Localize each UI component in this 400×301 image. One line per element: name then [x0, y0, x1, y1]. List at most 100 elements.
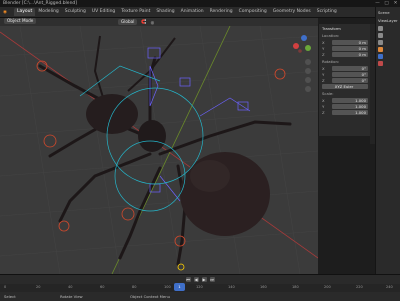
ant-thorax — [138, 120, 166, 152]
tab-sculpting[interactable]: Sculpting — [62, 8, 89, 16]
rotation-y-label: Y — [322, 72, 325, 77]
workspace-tabs: Layout Modeling Sculpting UV Editing Tex… — [14, 7, 340, 17]
tab-animation[interactable]: Animation — [178, 8, 207, 16]
rotation-x-row: X 0° — [322, 66, 368, 71]
ruler-tick: 80 — [132, 285, 137, 289]
window-title: Blender [C:\...\Ant_Rigged.blend] — [3, 1, 78, 6]
transform-options: Global 🧲 ◎ — [118, 19, 154, 25]
scale-z-label: Z — [322, 110, 325, 115]
location-y-label: Y — [322, 46, 325, 51]
mode-selector[interactable]: Object Mode — [4, 18, 37, 24]
play-button[interactable]: ▶ — [201, 276, 207, 282]
scale-label: Scale: — [322, 91, 334, 96]
object-properties-icon[interactable] — [378, 47, 383, 52]
location-z-field[interactable]: 0 m — [332, 52, 368, 57]
rotation-mode-select[interactable]: XYZ Euler — [322, 84, 368, 89]
minimize-button[interactable]: — — [373, 0, 382, 7]
timeline: ⏮ ◀ ▶ ⏭ 0 20 40 60 80 100 120 140 160 18… — [0, 274, 400, 301]
scale-x-label: X — [322, 98, 325, 103]
rotation-z-field[interactable]: 0° — [332, 78, 368, 83]
ruler-tick: 60 — [100, 285, 105, 289]
tab-shading[interactable]: Shading — [153, 8, 177, 16]
scale-y-label: Y — [322, 104, 325, 109]
ruler-tick: 40 — [68, 285, 73, 289]
top-bar: ◉ Layout Modeling Sculpting UV Editing T… — [0, 7, 400, 18]
location-label: Location: — [322, 33, 340, 38]
window-controls: — □ ✕ — [373, 0, 400, 7]
rotation-y-field[interactable]: 0° — [332, 72, 368, 77]
tab-modeling[interactable]: Modeling — [35, 8, 61, 16]
location-x-field[interactable]: 0 m — [332, 40, 368, 45]
status-select: Select — [4, 294, 16, 299]
3d-viewport[interactable] — [0, 26, 318, 274]
viewport-menu: Object Mode — [4, 18, 37, 24]
scale-z-row: Z 1.000 — [322, 110, 368, 115]
ruler-tick: 100 — [164, 285, 171, 289]
tab-geometry-nodes[interactable]: Geometry Nodes — [270, 8, 314, 16]
play-reverse-button[interactable]: ◀ — [193, 276, 199, 282]
playback-controls: ⏮ ◀ ▶ ⏭ — [0, 275, 400, 283]
rotation-mode-row: XYZ Euler — [322, 84, 368, 89]
location-y-row: Y 0 m — [322, 46, 368, 51]
main-menu: ◉ — [3, 7, 7, 17]
proportional-edit-icon[interactable]: ◎ — [151, 20, 155, 25]
tab-rendering[interactable]: Rendering — [207, 8, 236, 16]
status-bar: Select Rotate View Object Context Menu — [0, 293, 400, 300]
rotation-z-row: Z 0° — [322, 78, 368, 83]
snap-icon[interactable]: 🧲 — [141, 19, 146, 25]
blender-logo-icon[interactable]: ◉ — [3, 10, 7, 15]
status-context-menu: Object Context Menu — [130, 294, 171, 299]
output-properties-icon[interactable] — [378, 33, 383, 38]
tab-uv-editing[interactable]: UV Editing — [89, 8, 118, 16]
location-x-label: X — [322, 40, 325, 45]
viewport-header: Object Mode Global 🧲 ◎ — [0, 18, 318, 26]
scale-y-row: Y 1.000 — [322, 104, 368, 109]
modifier-properties-icon[interactable] — [378, 54, 383, 59]
ruler-tick: 20 — [36, 285, 41, 289]
scene-name[interactable]: Scene — [378, 10, 399, 15]
status-rotate-view: Rotate View — [60, 294, 83, 299]
material-properties-icon[interactable] — [378, 61, 383, 66]
ruler-tick: 220 — [356, 285, 363, 289]
ruler-tick: 160 — [260, 285, 267, 289]
properties-editor: Scene ViewLayer — [375, 7, 400, 275]
tab-layout[interactable]: Layout — [14, 8, 36, 16]
jump-start-button[interactable]: ⏮ — [185, 276, 191, 282]
rotation-x-field[interactable]: 0° — [332, 66, 368, 71]
viewport-canvas — [0, 26, 318, 274]
scale-x-field[interactable]: 1.000 — [332, 98, 368, 103]
close-button[interactable]: ✕ — [391, 0, 400, 7]
tab-compositing[interactable]: Compositing — [236, 8, 270, 16]
tab-texture-paint[interactable]: Texture Paint — [118, 8, 153, 16]
frame-ruler[interactable]: 0 20 40 60 80 100 120 140 160 180 200 22… — [0, 284, 400, 292]
navigation-gizmo[interactable] — [293, 35, 311, 53]
scale-y-field[interactable]: 1.000 — [332, 104, 368, 109]
ruler-tick: 140 — [228, 285, 235, 289]
ant-antennae — [93, 35, 176, 105]
transform-orientation[interactable]: Global — [118, 19, 138, 25]
scene-properties-icon[interactable] — [378, 40, 383, 45]
render-properties-icon[interactable] — [378, 26, 383, 31]
tab-scripting[interactable]: Scripting — [314, 8, 340, 16]
viewport-grid — [0, 26, 318, 274]
ant-highlight — [190, 160, 230, 192]
rotation-y-row: Y 0° — [322, 72, 368, 77]
jump-end-button[interactable]: ⏭ — [209, 276, 215, 282]
transform-header[interactable]: Transform — [322, 26, 368, 31]
scale-x-row: X 1.000 — [322, 98, 368, 103]
ruler-tick: 180 — [292, 285, 299, 289]
location-x-row: X 0 m — [322, 40, 368, 45]
ruler-tick: 0 — [4, 285, 7, 289]
scale-z-field[interactable]: 1.000 — [332, 110, 368, 115]
view-layer-name[interactable]: ViewLayer — [378, 18, 399, 23]
rotation-label: Rotation: — [322, 59, 340, 64]
n-panel: Transform Location: X 0 m Y 0 m Z 0 m Rotat… — [318, 24, 371, 136]
location-y-field[interactable]: 0 m — [332, 46, 368, 51]
current-frame-indicator[interactable]: 1 — [174, 283, 185, 291]
rotation-z-label: Z — [322, 78, 325, 83]
rotation-x-label: X — [322, 66, 325, 71]
viewport-nav-buttons[interactable] — [305, 59, 311, 92]
ruler-tick: 200 — [324, 285, 331, 289]
ruler-tick: 120 — [196, 285, 203, 289]
maximize-button[interactable]: □ — [382, 0, 391, 7]
